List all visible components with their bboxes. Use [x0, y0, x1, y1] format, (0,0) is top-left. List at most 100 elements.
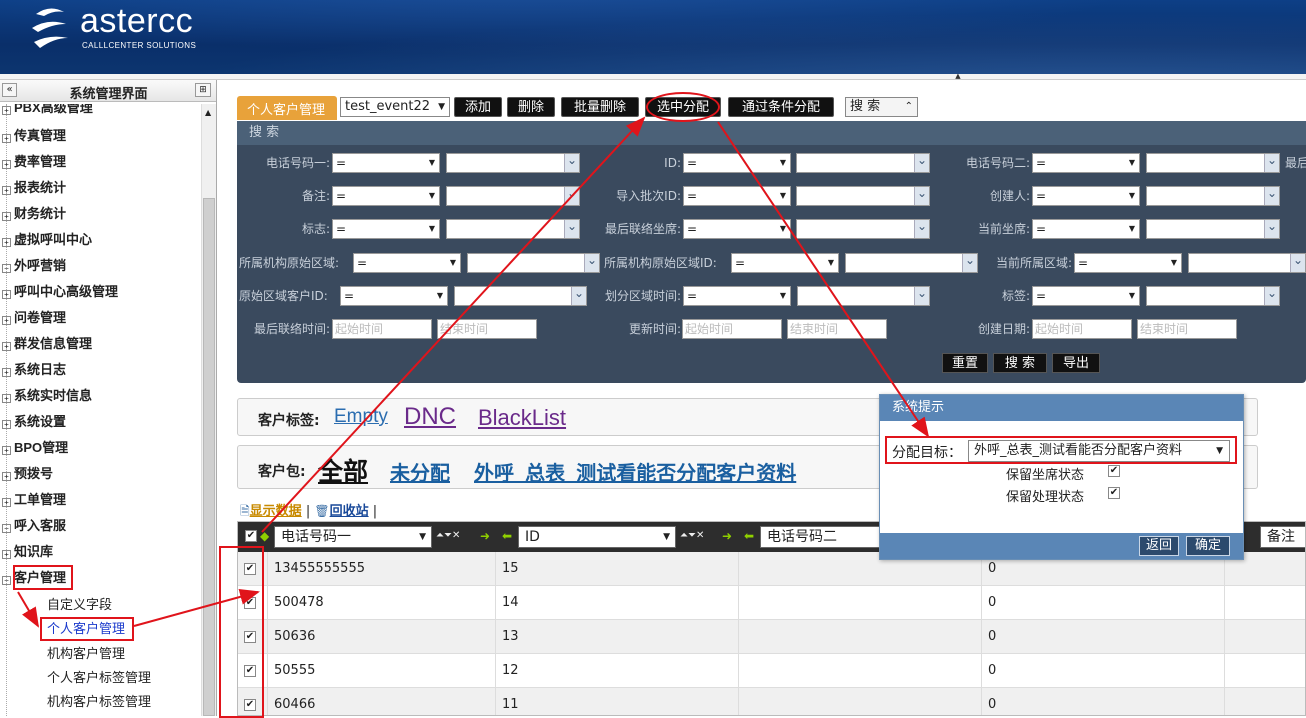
sidebar-item-virtual-cc[interactable]: + 虚拟呼叫中心: [2, 230, 92, 250]
back-button[interactable]: 返回: [1139, 536, 1179, 556]
orig-client-id-value[interactable]: [454, 286, 587, 306]
expand-icon[interactable]: +: [2, 420, 11, 429]
sidebar-item-realtime[interactable]: + 系统实时信息: [2, 386, 92, 406]
table-row[interactable]: ✔ 60466 11 0: [238, 688, 1305, 715]
expand-icon[interactable]: +: [2, 212, 11, 221]
sidebar-item-inbound[interactable]: − 呼入客服: [2, 516, 66, 536]
tag-value[interactable]: [1146, 286, 1280, 306]
column-header-phone2[interactable]: 电话号码二: [760, 526, 880, 548]
move-left-icon[interactable]: ⬅: [502, 529, 512, 543]
tab-personal-customers[interactable]: 个人客户管理: [237, 96, 337, 120]
confirm-button[interactable]: 确定: [1186, 536, 1230, 556]
sidebar-subitem-org-tags[interactable]: 机构客户标签管理: [47, 692, 151, 712]
org-area-value[interactable]: [467, 253, 600, 273]
keep-process-checkbox[interactable]: ✔: [1108, 487, 1120, 499]
org-area-operator[interactable]: =: [353, 253, 461, 273]
update-start[interactable]: 起始时间: [682, 319, 782, 339]
sidebar-item-tickets[interactable]: + 工单管理: [2, 490, 66, 510]
collapse-icon[interactable]: −: [2, 524, 11, 533]
current-agent-operator[interactable]: =: [1032, 219, 1140, 239]
creator-value[interactable]: [1146, 186, 1280, 206]
last-contact-end[interactable]: 结束时间: [437, 319, 537, 339]
scrollbar-thumb[interactable]: [203, 198, 215, 716]
phone1-operator[interactable]: =: [332, 153, 440, 173]
phone2-operator[interactable]: =: [1032, 153, 1140, 173]
expand-icon[interactable]: +: [2, 342, 11, 351]
show-data-link[interactable]: 显示数据: [250, 504, 302, 519]
sidebar-item-reports[interactable]: + 报表统计: [2, 178, 66, 198]
flag-operator[interactable]: =: [332, 219, 440, 239]
last-agent-operator[interactable]: =: [683, 219, 791, 239]
expand-icon[interactable]: +: [2, 316, 11, 325]
package-unassigned[interactable]: 未分配: [390, 457, 450, 486]
sidebar-item-settings[interactable]: + 系统设置: [2, 412, 66, 432]
table-row[interactable]: ✔ 50636 13 0: [238, 620, 1305, 654]
last-agent-value[interactable]: [796, 219, 930, 239]
orig-client-id-operator[interactable]: =: [340, 286, 448, 306]
tag-empty[interactable]: Empty: [334, 406, 388, 428]
package-outbound-master[interactable]: 外呼_总表_测试看能否分配客户资料: [474, 457, 796, 486]
note-value[interactable]: [446, 186, 580, 206]
expand-icon[interactable]: +: [2, 160, 11, 169]
export-button[interactable]: 导出: [1052, 353, 1100, 373]
sort-icon[interactable]: ⏶⏷✕: [680, 530, 704, 541]
sidebar-item-rates[interactable]: + 费率管理: [2, 152, 66, 172]
expand-icon[interactable]: +: [2, 472, 11, 481]
expand-icon[interactable]: +: [2, 238, 11, 247]
sidebar-item-broadcast[interactable]: + 群发信息管理: [2, 334, 92, 354]
create-start[interactable]: 起始时间: [1032, 319, 1132, 339]
batch-operator[interactable]: =: [683, 186, 791, 206]
sidebar-item-syslog[interactable]: + 系统日志: [2, 360, 66, 380]
area-time-value[interactable]: [797, 286, 930, 306]
tag-operator[interactable]: =: [1032, 286, 1140, 306]
id-value[interactable]: [796, 153, 930, 173]
expand-icon[interactable]: +: [2, 550, 11, 559]
collapse-icon[interactable]: −: [2, 576, 11, 585]
event-select[interactable]: test_event22 ▼: [340, 97, 450, 117]
expand-icon[interactable]: +: [2, 446, 11, 455]
collapse-icon[interactable]: −: [2, 264, 11, 273]
column-header-note[interactable]: 备注: [1260, 526, 1305, 548]
phone1-value[interactable]: [446, 153, 580, 173]
drag-left-icon[interactable]: ◆: [260, 529, 269, 543]
add-button[interactable]: 添加: [454, 97, 502, 117]
current-agent-value[interactable]: [1146, 219, 1280, 239]
org-area-id-operator[interactable]: =: [731, 253, 839, 273]
sidebar-item-cc-advanced[interactable]: + 呼叫中心高级管理: [2, 282, 118, 302]
create-end[interactable]: 结束时间: [1137, 319, 1237, 339]
move-right-icon[interactable]: ➜: [480, 529, 490, 543]
expand-icon[interactable]: +: [2, 106, 11, 115]
sidebar-item-bpo[interactable]: + BPO管理: [2, 438, 68, 458]
sidebar-item-predial[interactable]: + 预拨号: [2, 464, 53, 484]
note-operator[interactable]: =: [332, 186, 440, 206]
keep-agent-checkbox[interactable]: ✔: [1108, 465, 1120, 477]
reset-button[interactable]: 重置: [942, 353, 988, 373]
select-all-checkbox[interactable]: ✔: [245, 530, 257, 542]
column-header-phone1[interactable]: 电话号码一 ▼: [274, 526, 432, 548]
id-operator[interactable]: =: [683, 153, 791, 173]
move-left-icon[interactable]: ⬅: [744, 529, 754, 543]
sidebar-item-fax[interactable]: + 传真管理: [2, 126, 66, 146]
sidebar-scrollbar[interactable]: ▲: [201, 104, 216, 716]
move-right-icon[interactable]: ➜: [722, 529, 732, 543]
assign-by-condition-button[interactable]: 通过条件分配: [728, 97, 834, 117]
expand-icon[interactable]: +: [2, 368, 11, 377]
expand-icon[interactable]: +: [2, 134, 11, 143]
sidebar-subitem-org-customers[interactable]: 机构客户管理: [47, 644, 125, 664]
area-time-operator[interactable]: =: [683, 286, 791, 306]
tag-dnc[interactable]: DNC: [404, 403, 456, 431]
sidebar-item-outbound[interactable]: − 外呼营销: [2, 256, 66, 276]
expand-icon[interactable]: +: [2, 186, 11, 195]
current-area-value[interactable]: [1188, 253, 1306, 273]
scroll-up-icon[interactable]: ▲: [205, 108, 211, 117]
org-area-id-value[interactable]: [845, 253, 978, 273]
pin-icon[interactable]: ⊞: [195, 83, 211, 97]
collapse-up-icon[interactable]: ▲: [940, 73, 976, 80]
expand-icon[interactable]: +: [2, 498, 11, 507]
search-button[interactable]: 搜 索: [993, 353, 1047, 373]
update-end[interactable]: 结束时间: [787, 319, 887, 339]
batch-value[interactable]: [796, 186, 930, 206]
flag-value[interactable]: [446, 219, 580, 239]
table-row[interactable]: ✔ 500478 14 0: [238, 586, 1305, 620]
creator-operator[interactable]: =: [1032, 186, 1140, 206]
